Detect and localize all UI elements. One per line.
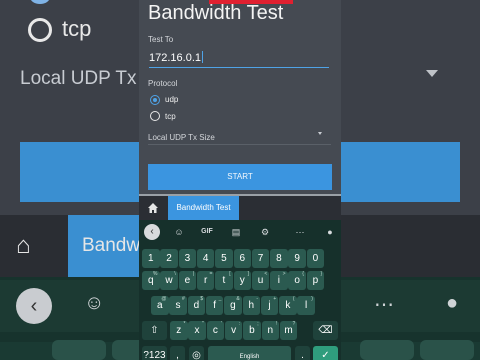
key-o[interactable]: o{ <box>288 271 306 290</box>
key-j[interactable]: j + <box>260 296 279 315</box>
key-3[interactable]: 3 <box>178 249 197 268</box>
sticker-icon[interactable]: ☺ <box>172 226 186 238</box>
key-4[interactable]: 4 <box>196 249 215 268</box>
ip-address-value: 172.16.0.1 <box>149 51 203 64</box>
key-6[interactable]: 6 <box>233 249 251 268</box>
key-u[interactable]: u < <box>251 271 270 290</box>
protocol-label: Protocol <box>148 79 178 88</box>
background-key <box>420 340 474 360</box>
symbols-key[interactable]: ?123 <box>142 346 167 360</box>
key-e[interactable]: e | <box>178 271 197 290</box>
tab-bandwidth-test[interactable]: Bandwidth Test <box>168 196 239 220</box>
key-f[interactable]: f _ <box>205 296 224 315</box>
radio-udp[interactable] <box>150 95 160 105</box>
key-5[interactable]: 5 <box>215 249 233 268</box>
test-to-label: Test To <box>148 35 174 44</box>
radio-tcp-label[interactable]: tcp <box>165 112 176 121</box>
settings-icon[interactable]: ⚙ <box>258 226 272 238</box>
background-dropdown-caret <box>426 70 438 77</box>
tx-size-underline <box>148 144 331 145</box>
ip-address-input[interactable]: 172.16.0.1 <box>149 48 329 68</box>
key-m[interactable]: m? <box>279 321 298 340</box>
radio-udp-label[interactable]: udp <box>165 95 178 104</box>
mic-icon[interactable]: ● <box>323 226 337 238</box>
key-h[interactable]: h- <box>242 296 260 315</box>
screen: tcp Local UDP Tx ⌂ Bandw ‹ ☺ ⋯ ● Bandwid… <box>0 0 480 360</box>
period-key[interactable]: . <box>295 346 310 360</box>
app-window: Bandwidth Test Test To 172.16.0.1 Protoc… <box>139 0 341 360</box>
background-radio <box>28 18 52 42</box>
key-q[interactable]: q% <box>142 271 160 290</box>
comma-key[interactable]: , <box>170 346 185 360</box>
key-v[interactable]: v: <box>224 321 243 340</box>
key-k[interactable]: k( <box>279 296 297 315</box>
key-t[interactable]: t[ <box>215 271 233 290</box>
backspace-key[interactable]: ⌫ <box>313 321 338 340</box>
enter-key[interactable]: ✓ <box>313 346 338 360</box>
background-home-icon: ⌂ <box>16 232 31 259</box>
dropdown-caret-icon[interactable] <box>318 132 322 135</box>
key-r[interactable]: r = <box>196 271 215 290</box>
background-sticker-icon: ☺ <box>84 292 105 314</box>
key-9[interactable]: 9 <box>288 249 306 268</box>
tx-size-dropdown[interactable]: Local UDP Tx Size <box>148 133 215 142</box>
clipboard-icon[interactable]: ▤ <box>229 226 243 238</box>
home-icon[interactable] <box>147 202 159 214</box>
start-button[interactable]: START <box>148 164 332 190</box>
text-cursor <box>202 51 203 63</box>
key-0[interactable]: 0 <box>306 249 325 268</box>
background-mic-icon: ● <box>446 292 459 314</box>
keyboard-back-icon[interactable]: ‹ <box>144 224 160 240</box>
background-nav-tab-label: Bandw <box>82 235 141 256</box>
background-back-icon: ‹ <box>16 288 52 324</box>
radio-tcp[interactable] <box>150 111 160 121</box>
key-l[interactable]: l) <box>297 296 315 315</box>
background-tcp-label: tcp <box>62 16 92 41</box>
key-c[interactable]: c ' <box>206 321 225 340</box>
key-2[interactable]: 2 <box>160 249 178 268</box>
background-more-icon: ⋯ <box>374 294 394 316</box>
more-icon[interactable]: ⋯ <box>293 226 307 238</box>
globe-key[interactable]: ◎ <box>189 346 204 360</box>
key-p[interactable]: p} <box>306 271 325 290</box>
background-key <box>52 340 106 360</box>
key-z[interactable]: z * <box>170 321 188 340</box>
background-key <box>360 340 414 360</box>
key-g[interactable]: g & <box>224 296 242 315</box>
key-s[interactable]: s # <box>169 296 187 315</box>
key-b[interactable]: b; <box>243 321 261 340</box>
app-title: Bandwidth Test <box>148 2 284 24</box>
shift-key[interactable]: ⇧ <box>142 321 167 340</box>
space-key[interactable]: English <box>208 346 291 360</box>
key-y[interactable]: y] <box>233 271 251 290</box>
key-w[interactable]: w \ <box>160 271 178 290</box>
key-7[interactable]: 7 <box>251 249 270 268</box>
key-n[interactable]: n! <box>261 321 279 340</box>
key-i[interactable]: i > <box>270 271 288 290</box>
gif-button[interactable]: GIF <box>200 226 214 238</box>
key-a[interactable]: a @ <box>151 296 169 315</box>
key-d[interactable]: d $ <box>187 296 206 315</box>
key-8[interactable]: 8 <box>270 249 288 268</box>
key-x[interactable]: x " <box>188 321 206 340</box>
background-tx-label: Local UDP Tx <box>20 68 137 89</box>
key-1[interactable]: 1 <box>142 249 160 268</box>
